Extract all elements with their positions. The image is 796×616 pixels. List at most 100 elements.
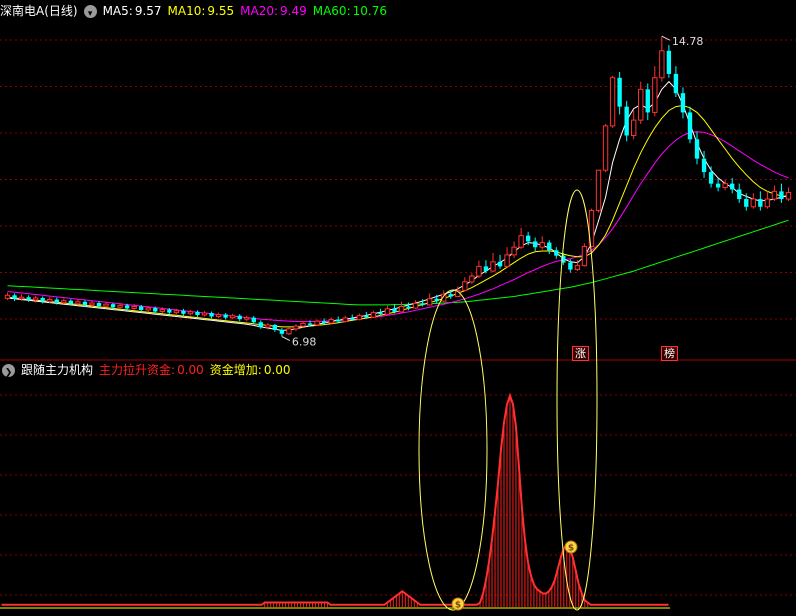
candle-body — [406, 306, 411, 309]
candle-body — [18, 296, 25, 300]
candle-body — [701, 158, 707, 173]
candle — [581, 243, 588, 267]
lift-fund-value: 0.00 — [177, 363, 204, 377]
candle — [645, 83, 650, 121]
candle-body — [293, 325, 299, 330]
candle-body — [300, 322, 306, 327]
candle — [687, 106, 693, 144]
candle-body — [201, 312, 208, 316]
candle — [215, 312, 222, 319]
candle-body — [511, 246, 517, 256]
candle-body — [336, 319, 341, 322]
candle — [314, 319, 320, 327]
candle-body — [539, 242, 545, 248]
candle-body — [328, 319, 334, 324]
candle — [617, 71, 622, 115]
indicator-bars — [0, 392, 670, 609]
indicator-gridlines — [0, 394, 796, 596]
candle — [750, 193, 756, 209]
candle — [370, 310, 377, 319]
candle-body — [159, 309, 165, 312]
candle — [293, 324, 299, 332]
stock-title: 深南电A(日线) — [0, 4, 78, 18]
candle-body — [124, 305, 130, 309]
candle-body — [547, 242, 552, 251]
fund-increase-label: 资金增加: — [209, 363, 262, 377]
candle — [469, 273, 475, 285]
candle — [426, 293, 433, 306]
ma60-value: 10.76 — [352, 4, 387, 18]
candle — [12, 293, 17, 302]
candle-body — [666, 50, 672, 74]
highlight-ellipse — [418, 289, 488, 611]
candle-body — [398, 305, 405, 313]
ma60-label: MA60: — [312, 4, 351, 18]
candle — [609, 75, 616, 128]
candle-body — [631, 119, 637, 137]
candle-body — [779, 191, 784, 200]
indicator-panel-header: ❯ 跟随主力机构 主力拉升资金: 0.00 资金增加: 0.00 — [0, 361, 291, 379]
ranking-badge[interactable]: 榜 — [661, 346, 678, 361]
candle-body — [61, 300, 67, 304]
candle — [602, 123, 609, 173]
candle — [412, 300, 419, 309]
ma20-value: 9.49 — [280, 4, 307, 18]
candle-body — [265, 324, 271, 328]
candle-body — [758, 199, 763, 207]
candle — [201, 311, 208, 317]
lift-fund-label: 主力拉升资金: — [99, 363, 176, 377]
candle-body — [307, 323, 313, 325]
candle-body — [139, 306, 144, 310]
indicator-title: 跟随主力机构 — [21, 363, 94, 377]
candle-body — [448, 294, 453, 297]
candle-body — [167, 309, 172, 313]
candle-body — [244, 317, 250, 320]
candle-body — [314, 320, 320, 326]
candle — [659, 36, 665, 82]
candle-body — [673, 73, 679, 94]
candle — [229, 313, 236, 320]
candle — [504, 247, 510, 268]
limit-up-badge[interactable]: 涨 — [572, 346, 589, 361]
candle-body — [680, 93, 686, 113]
candle-body — [730, 183, 735, 190]
candle — [286, 327, 292, 335]
candle — [638, 81, 644, 124]
candle-body — [89, 302, 95, 306]
money-bag-icon: $ — [564, 540, 578, 554]
candle-body — [708, 172, 714, 184]
ma5-value: 9.57 — [134, 4, 162, 18]
candle-body — [370, 312, 377, 318]
candle — [187, 309, 194, 316]
candle — [244, 315, 250, 322]
candle-body — [378, 312, 383, 315]
candle-body — [350, 318, 355, 320]
indicator-menu-icon[interactable]: ❯ — [2, 363, 15, 378]
candle — [666, 45, 672, 78]
candle-body — [737, 189, 742, 200]
candle-body — [32, 297, 39, 301]
candle — [462, 277, 468, 292]
signal-markers: 14.78 6.98 $ $ — [281, 35, 703, 611]
candle-body — [483, 266, 489, 272]
money-bag-icon: $ — [451, 597, 465, 611]
candle-body — [321, 321, 327, 324]
candle-body — [412, 302, 419, 309]
candle — [476, 260, 482, 278]
candle-body — [96, 303, 102, 307]
candle-body — [420, 303, 425, 305]
candle-body — [497, 261, 503, 267]
candle-body — [4, 294, 11, 299]
settings-dropdown-icon[interactable]: ▾ — [83, 4, 97, 19]
money-bag-symbol: $ — [568, 544, 574, 554]
candle-body — [462, 281, 468, 291]
moving-average-lines — [7, 80, 789, 331]
ma20-label: MA20: — [240, 4, 279, 18]
candle — [251, 316, 256, 325]
candle — [631, 110, 637, 140]
candle-body — [68, 300, 74, 304]
candle-body — [581, 245, 588, 267]
candle — [547, 240, 552, 255]
candle-body — [609, 77, 616, 127]
candle — [680, 87, 686, 119]
